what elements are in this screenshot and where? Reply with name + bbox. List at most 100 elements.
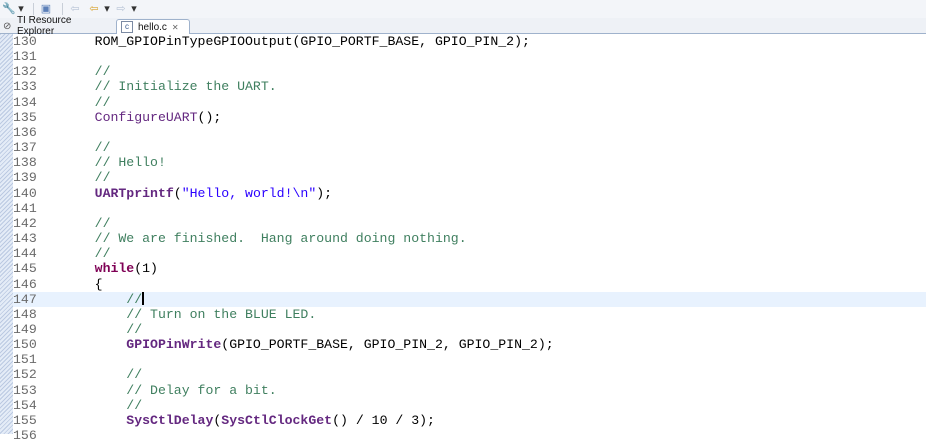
line-number: 150 (13, 337, 37, 353)
tab-hello-c[interactable]: c hello.c ✕ (116, 19, 190, 34)
code-text: // (63, 398, 142, 413)
code-text: SysCtlDelay(SysCtlClockGet() / 10 / 3); (63, 413, 435, 428)
code-line[interactable]: 144 // (13, 246, 926, 261)
line-number: 148 (13, 306, 37, 322)
code-line[interactable]: 131 (13, 49, 926, 64)
code-editor[interactable]: 130 ROM_GPIOPinTypeGPIOOutput(GPIO_PORTF… (13, 34, 926, 443)
forward-arrow-icon[interactable]: ⇨ (113, 1, 129, 17)
line-number: 132 (13, 64, 37, 80)
code-line[interactable]: 141 (13, 201, 926, 216)
code-line[interactable]: 155 SysCtlDelay(SysCtlClockGet() / 10 / … (13, 413, 926, 428)
code-text: // (63, 291, 145, 307)
code-text: // Hello! (63, 155, 166, 170)
code-token: // Hello! (63, 155, 166, 171)
code-line[interactable]: 146 { (13, 277, 926, 292)
code-token: // (63, 215, 111, 231)
code-text: // (63, 140, 111, 155)
code-line[interactable]: 142 // (13, 216, 926, 231)
line-number: 137 (13, 140, 37, 156)
code-text: // (63, 94, 111, 110)
toolbar-separator (33, 3, 34, 15)
code-token: while (63, 261, 135, 277)
text-cursor (142, 291, 145, 305)
line-number: 153 (13, 382, 37, 398)
line-number: 141 (13, 200, 37, 216)
code-line[interactable]: 132 // (13, 64, 926, 79)
code-text: // (63, 246, 111, 262)
code-line[interactable]: 136 (13, 125, 926, 140)
line-number: 135 (13, 109, 37, 125)
line-number: 143 (13, 231, 37, 247)
code-line[interactable]: 151 (13, 352, 926, 367)
line-number: 155 (13, 412, 37, 428)
line-number: 139 (13, 170, 37, 186)
code-line[interactable]: 152 // (13, 367, 926, 382)
code-line[interactable]: 149 // (13, 322, 926, 337)
tab-label: hello.c (138, 21, 167, 33)
code-token: (1) (134, 261, 158, 277)
line-number: 149 (13, 321, 37, 337)
code-line[interactable]: 153 // Delay for a bit. (13, 383, 926, 398)
code-line[interactable]: 137 // (13, 140, 926, 155)
line-number: 152 (13, 367, 37, 383)
code-line[interactable]: 130 ROM_GPIOPinTypeGPIOOutput(GPIO_PORTF… (13, 34, 926, 49)
code-token: // Delay for a bit. (63, 382, 277, 398)
code-line[interactable]: 148 // Turn on the BLUE LED. (13, 307, 926, 322)
code-line[interactable]: 150 GPIOPinWrite(GPIO_PORTF_BASE, GPIO_P… (13, 337, 926, 352)
line-number: 142 (13, 215, 37, 231)
code-token: { (63, 276, 103, 292)
code-text: ROM_GPIOPinTypeGPIOOutput(GPIO_PORTF_BAS… (63, 34, 530, 49)
line-number: 133 (13, 79, 37, 95)
line-number: 151 (13, 352, 37, 368)
code-token: ( (173, 185, 182, 201)
code-text: // We are finished. Hang around doing no… (63, 231, 467, 246)
code-text: // Initialize the UART. (63, 79, 277, 94)
code-line[interactable]: 134 // (13, 95, 926, 110)
code-text: { (63, 277, 103, 292)
code-line[interactable]: 143 // We are finished. Hang around doin… (13, 231, 926, 246)
code-text: // (63, 215, 111, 231)
code-token: ); (316, 185, 333, 201)
code-token: // (63, 170, 111, 186)
code-line[interactable]: 156 (13, 428, 926, 443)
code-text: while(1) (63, 261, 158, 276)
code-token: SysCtlDelay (63, 412, 214, 428)
code-token: // We are finished. Hang around doing no… (63, 231, 467, 247)
code-line[interactable]: 139 // (13, 170, 926, 185)
code-line[interactable]: 135 ConfigureUART(); (13, 110, 926, 125)
code-line[interactable]: 147 // (13, 291, 926, 307)
close-icon[interactable]: ✕ (172, 23, 179, 32)
code-token: // (63, 397, 143, 413)
code-text: UARTprintf("Hello, world!\n"); (63, 186, 332, 201)
code-token: // (63, 291, 143, 307)
line-number: 134 (13, 94, 37, 110)
code-token: // (63, 246, 111, 262)
tab-ti-resource-explorer[interactable]: ⊘ TI Resource Explorer (3, 15, 111, 37)
line-number: 138 (13, 155, 37, 171)
line-number: 131 (13, 49, 37, 65)
toolbar-separator (62, 3, 63, 15)
code-text: // Turn on the BLUE LED. (63, 307, 316, 322)
forward-dropdown-icon[interactable]: ▾ (129, 1, 139, 17)
resource-explorer-icon: ⊘ (3, 20, 12, 32)
code-token: UARTprintf (63, 185, 174, 201)
code-token: // (63, 94, 111, 110)
code-line[interactable]: 138 // Hello! (13, 155, 926, 170)
code-line[interactable]: 133 // Initialize the UART. (13, 79, 926, 94)
code-token: // (63, 64, 111, 80)
code-line[interactable]: 145 while(1) (13, 261, 926, 276)
toolbar: 🔧 ▾ ▣ ⇦ ⇦ ▾ ⇨ ▾ (0, 0, 926, 19)
code-text: GPIOPinWrite(GPIO_PORTF_BASE, GPIO_PIN_2… (63, 337, 553, 352)
code-line[interactable]: 140 UARTprintf("Hello, world!\n"); (13, 186, 926, 201)
code-token: SysCtlClockGet (221, 412, 333, 428)
line-number: 156 (13, 428, 37, 443)
code-token: ConfigureUART (63, 109, 198, 125)
editor-tab-bar: ⊘ TI Resource Explorer c hello.c ✕ (0, 15, 926, 37)
line-number: 140 (13, 185, 37, 201)
pin-tool-icon[interactable]: 🔧 (2, 1, 16, 17)
line-number: 154 (13, 397, 37, 413)
code-line[interactable]: 154 // (13, 398, 926, 413)
code-text: // (63, 170, 111, 186)
code-text: // Delay for a bit. (63, 382, 277, 398)
annotation-ruler (0, 34, 13, 434)
